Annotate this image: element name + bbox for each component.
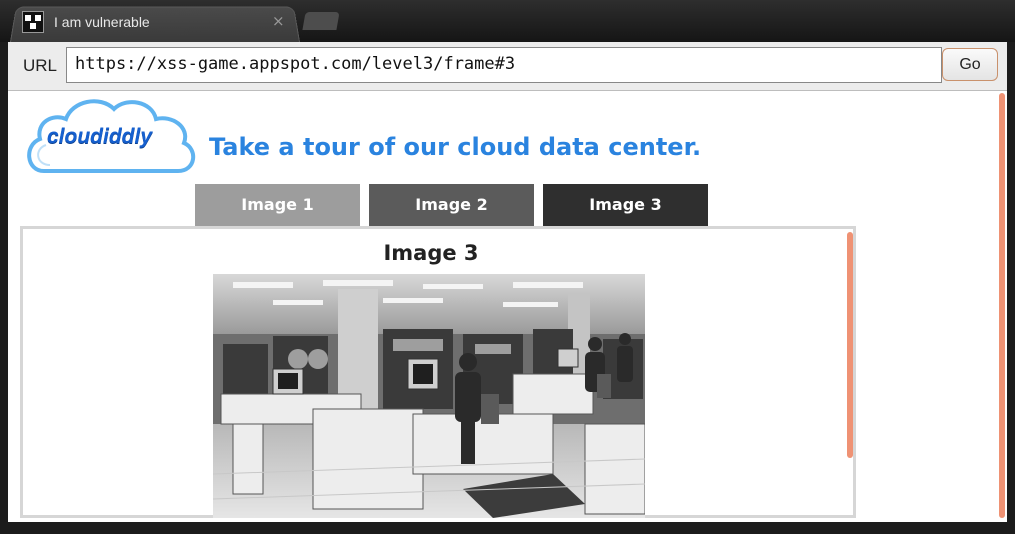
window-bottom-edge xyxy=(0,522,1015,534)
page-scrollbar[interactable] xyxy=(999,93,1005,518)
tab-image-1[interactable]: Image 1 xyxy=(195,184,360,226)
data-center-photo xyxy=(213,274,645,518)
data-center-photo-drawing xyxy=(213,274,645,518)
url-input[interactable]: https://xss-game.appspot.com/level3/fram… xyxy=(66,47,942,83)
image-panel: Image 3 xyxy=(20,226,856,518)
panel-scrollbar[interactable] xyxy=(847,232,853,458)
favicon-icon xyxy=(22,11,44,33)
new-tab-button[interactable] xyxy=(302,12,340,30)
browser-tab-content: I am vulnerable xyxy=(22,8,150,36)
tab-image-3[interactable]: Image 3 xyxy=(543,184,708,226)
tab-image-2[interactable]: Image 2 xyxy=(369,184,534,226)
logo: cloudiddly xyxy=(22,93,202,185)
image-heading: Image 3 xyxy=(383,241,479,265)
title-bar: I am vulnerable × xyxy=(0,0,1015,43)
go-button[interactable]: Go xyxy=(942,48,998,81)
page-title: Take a tour of our cloud data center. xyxy=(209,133,702,161)
url-label: URL xyxy=(23,56,58,75)
address-bar: URL https://xss-game.appspot.com/level3/… xyxy=(8,42,1007,91)
image-tabs: Image 1 Image 2 Image 3 xyxy=(195,184,708,226)
page-frame: cloudiddly Take a tour of our cloud data… xyxy=(8,91,1007,522)
tab-title: I am vulnerable xyxy=(54,14,150,30)
logo-text: cloudiddly xyxy=(47,125,152,148)
close-tab-icon[interactable]: × xyxy=(272,14,285,29)
